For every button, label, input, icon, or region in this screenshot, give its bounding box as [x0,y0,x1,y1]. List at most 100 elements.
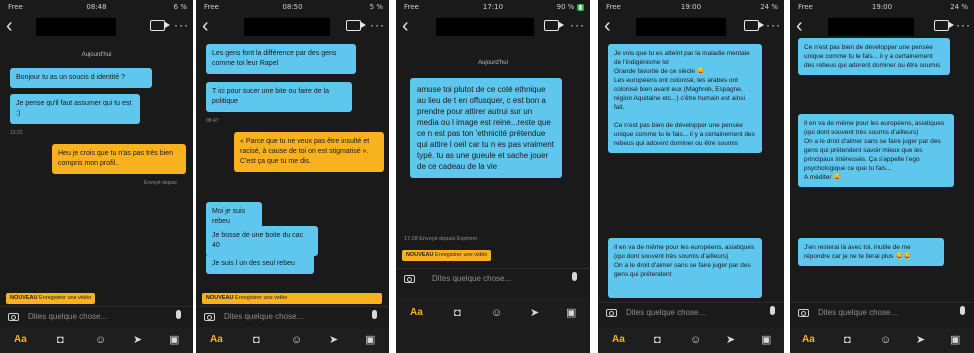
message-bubble: Je suis l un des seul rebeu [206,254,314,274]
message-bubble: Il en va de même pour les européens, asi… [798,114,954,187]
more-icon[interactable]: ··· [370,18,385,32]
location-icon[interactable]: ➤ [133,334,142,346]
photo-icon[interactable]: ◘ [844,334,851,346]
emoji-icon[interactable]: ☺ [880,334,891,346]
send-icon[interactable]: ▣ [169,334,179,346]
location-icon[interactable]: ➤ [329,334,338,346]
message-bubble: Je pense qu'il faut assumer qui tu est :… [10,94,140,124]
video-call-icon[interactable] [150,20,170,31]
status-bar: Free 19:00 24 % [598,0,784,13]
send-icon[interactable]: ▣ [365,334,375,346]
message-list[interactable]: Aujourd'hui Bonjour tu as un soucis d id… [0,42,193,291]
microphone-icon[interactable] [960,306,965,315]
message-input[interactable]: Dites quelque chose... [28,312,107,321]
more-icon[interactable]: ··· [766,18,781,32]
message-composer[interactable]: Dites quelque chose... [598,302,784,325]
message-composer[interactable]: Dites quelque chose... [196,306,389,329]
text-format-button[interactable]: Aa [410,307,423,319]
message-composer[interactable]: Dites quelque chose... [790,302,974,325]
emoji-icon[interactable]: ☺ [95,334,106,346]
video-call-icon[interactable] [544,20,564,31]
camera-icon[interactable] [798,309,809,317]
more-icon[interactable]: ··· [956,18,971,32]
bottom-toolbar: Aa ◘ ☺ ➤ ▣ [396,297,590,353]
nouveau-label: NOUVEAU [10,295,38,301]
camera-icon[interactable] [404,275,415,283]
message-bubble: Il en va de même pour les européens, asi… [608,238,762,298]
emoji-icon[interactable]: ☺ [291,334,302,346]
send-icon[interactable]: ▣ [761,334,771,346]
back-arrow-icon[interactable]: ‹ [6,16,13,36]
message-composer[interactable]: Dites quelque chose... [0,306,193,329]
more-icon[interactable]: ··· [570,18,585,32]
emoji-icon[interactable]: ☺ [491,307,502,319]
battery-label: 5 % [369,3,383,11]
location-icon[interactable]: ➤ [726,334,735,346]
message-bubble: J'en resterai là avec toi, inutile de me… [798,238,944,266]
redacted-name [244,18,330,36]
microphone-icon[interactable] [572,272,577,281]
back-arrow-icon[interactable]: ‹ [604,16,611,36]
date-label: Aujourd'hui [478,60,508,66]
chat-header: ‹ ··· [0,14,193,42]
record-video-label: Enregistrer une vidéo [235,295,288,301]
nouveau-label: NOUVEAU [406,252,434,258]
text-format-button[interactable]: Aa [612,334,625,346]
status-bar: Free 17:10 90 % ▮ [396,0,590,13]
microphone-icon[interactable] [372,310,377,319]
video-call-icon[interactable] [346,20,366,31]
message-bubble: amuse toi plutot de ce coté ethnique au … [410,78,562,178]
photo-icon[interactable]: ◘ [654,334,661,346]
nouveau-label: NOUVEAU [206,295,234,301]
microphone-icon[interactable] [770,306,775,315]
chat-header: ‹ ··· [396,14,590,42]
chat-screenshot-5: Free 19:00 24 % ‹ ··· Ce n'est pas bien … [790,0,974,353]
camera-icon[interactable] [8,313,19,321]
send-icon[interactable]: ▣ [566,307,576,319]
message-input[interactable]: Dites quelque chose... [224,312,303,321]
send-icon[interactable]: ▣ [950,334,960,346]
new-feature-banner[interactable]: NOUVEAU Enregistrer une vidéo [6,293,96,304]
status-bar: Free 08:48 6 % [0,0,193,13]
camera-icon[interactable] [204,313,215,321]
video-call-icon[interactable] [744,20,764,31]
status-time: 08:48 [86,3,107,11]
back-arrow-icon[interactable]: ‹ [402,16,409,36]
location-icon[interactable]: ➤ [916,334,925,346]
message-list[interactable]: Je vois que tu es atteint par la maladie… [598,42,784,298]
photo-icon[interactable]: ◘ [57,334,64,346]
back-arrow-icon[interactable]: ‹ [796,16,803,36]
video-call-icon[interactable] [934,20,954,31]
message-input[interactable]: Dites quelque chose... [626,308,705,317]
text-format-button[interactable]: Aa [14,334,27,346]
message-bubble: « Parce que tu ne veux pas être insulté … [234,132,384,172]
camera-icon[interactable] [606,309,617,317]
battery-label: 24 % [950,3,968,11]
status-time: 19:00 [680,3,702,11]
message-bubble: T ici pour sucer une bite ou faire de la… [206,82,352,112]
new-feature-banner[interactable]: NOUVEAU Enregistrer une vidéo [202,293,382,304]
text-format-button[interactable]: Aa [802,334,815,346]
location-icon[interactable]: ➤ [530,307,539,319]
photo-icon[interactable]: ◘ [454,307,461,319]
message-composer[interactable]: Dites quelque chose... [396,268,590,291]
message-input[interactable]: Dites quelque chose... [818,308,897,317]
chat-header: ‹ ··· [598,14,784,42]
status-time: 08:50 [282,3,303,11]
record-video-label: Enregistrer une vidéo [39,295,92,301]
photo-icon[interactable]: ◘ [253,334,260,346]
text-format-button[interactable]: Aa [210,334,223,346]
more-icon[interactable]: ··· [174,18,189,32]
message-list[interactable]: Les gens font la différence par des gens… [196,42,389,291]
message-bubble: Je vois que tu es atteint par la maladie… [608,44,762,153]
message-list[interactable]: Ce n'est pas bien de développer une pens… [790,38,974,291]
emoji-icon[interactable]: ☺ [690,334,701,346]
new-feature-banner[interactable]: NOUVEAU Enregistrer une vidéo [402,250,492,261]
message-bubble: Heu je crois que tu n'as pas très bien c… [52,144,186,174]
microphone-icon[interactable] [176,310,181,319]
bottom-toolbar: Aa ◘ ☺ ➤ ▣ [0,327,193,353]
back-arrow-icon[interactable]: ‹ [202,16,209,36]
chat-screenshot-1: Free 08:48 6 % ‹ ··· Aujourd'hui Bonjour… [0,0,193,353]
status-time: 19:00 [871,3,893,11]
message-input[interactable]: Dites quelque chose... [432,274,511,283]
